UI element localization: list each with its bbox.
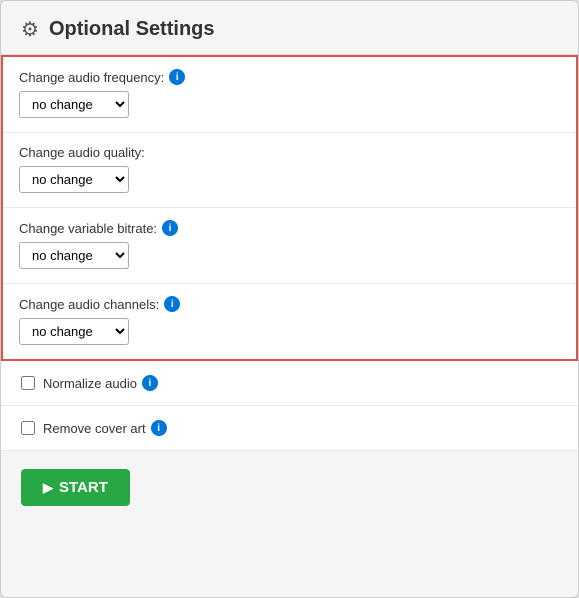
audio-channels-label: Change audio channels: i — [19, 296, 560, 312]
variable-bitrate-row: Change variable bitrate: i no change ena… — [3, 208, 576, 284]
variable-bitrate-select[interactable]: no change enabled disabled — [19, 242, 129, 269]
audio-quality-row: Change audio quality: no change low medi… — [3, 133, 576, 208]
optional-settings-card: ⚙ Optional Settings Change audio frequen… — [0, 0, 579, 598]
remove-cover-art-label[interactable]: Remove cover art i — [43, 420, 167, 436]
start-button-label: START — [59, 479, 108, 496]
audio-quality-label: Change audio quality: — [19, 145, 560, 160]
normalize-audio-row: Normalize audio i — [1, 361, 578, 406]
audio-channels-row: Change audio channels: i no change mono … — [3, 284, 576, 359]
variable-bitrate-info-icon[interactable]: i — [162, 220, 178, 236]
normalize-audio-checkbox[interactable] — [21, 376, 35, 390]
start-button[interactable]: ▶ START — [21, 469, 130, 506]
audio-frequency-info-icon[interactable]: i — [169, 69, 185, 85]
audio-frequency-row: Change audio frequency: i no change 8000… — [3, 57, 576, 133]
normalize-audio-label[interactable]: Normalize audio i — [43, 375, 158, 391]
audio-settings-box: Change audio frequency: i no change 8000… — [1, 55, 578, 361]
gear-icon: ⚙ — [21, 17, 39, 42]
remove-cover-art-row: Remove cover art i — [1, 406, 578, 451]
extra-options-section: Normalize audio i Remove cover art i — [1, 361, 578, 451]
remove-cover-art-info-icon[interactable]: i — [151, 420, 167, 436]
audio-frequency-select[interactable]: no change 8000 Hz 11025 Hz 16000 Hz 2205… — [19, 91, 129, 118]
variable-bitrate-label: Change variable bitrate: i — [19, 220, 560, 236]
card-header: ⚙ Optional Settings — [1, 1, 578, 55]
play-icon: ▶ — [43, 480, 53, 496]
card-title: Optional Settings — [49, 18, 215, 41]
audio-channels-select[interactable]: no change mono stereo — [19, 318, 129, 345]
remove-cover-art-checkbox[interactable] — [21, 421, 35, 435]
audio-frequency-label: Change audio frequency: i — [19, 69, 560, 85]
audio-channels-info-icon[interactable]: i — [164, 296, 180, 312]
normalize-audio-info-icon[interactable]: i — [142, 375, 158, 391]
audio-quality-select[interactable]: no change low medium high very high — [19, 166, 129, 193]
